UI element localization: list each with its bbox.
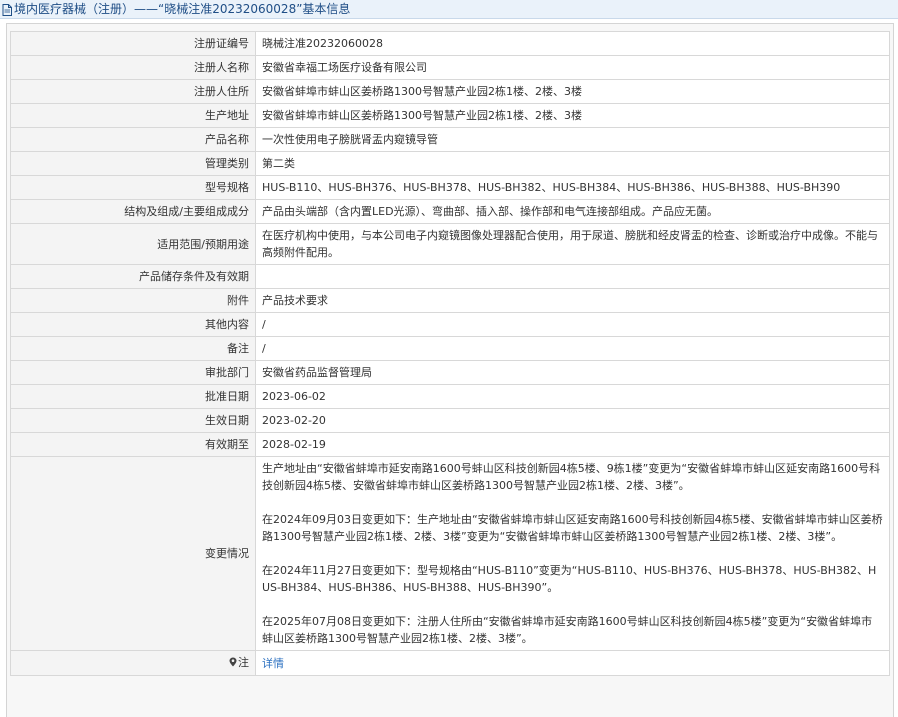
row-value bbox=[255, 264, 890, 289]
row-value: 产品由头端部（含内置LED光源）、弯曲部、插入部、操作部和电气连接部组成。产品应… bbox=[255, 199, 890, 224]
table-row: 生产地址 安徽省蚌埠市蚌山区姜桥路1300号智慧产业园2栋1楼、2楼、3楼 bbox=[10, 103, 890, 128]
change-entry: 在2024年09月03日变更如下：生产地址由“安徽省蚌埠市蚌山区延安南路1600… bbox=[262, 513, 883, 543]
change-entry: 在2024年11月27日变更如下：型号规格由“HUS-B110”变更为“HUS-… bbox=[262, 564, 877, 594]
row-label: 产品储存条件及有效期 bbox=[10, 264, 256, 289]
change-history-label: 变更情况 bbox=[10, 456, 256, 651]
table-row: 批准日期 2023-06-02 bbox=[10, 384, 890, 409]
row-value: 2023-02-20 bbox=[255, 408, 890, 433]
row-label: 注册人住所 bbox=[10, 79, 256, 104]
row-value: 安徽省幸福工场医疗设备有限公司 bbox=[255, 55, 890, 80]
detail-cell: 详情 bbox=[255, 650, 890, 676]
table-row: 型号规格 HUS-B110、HUS-BH376、HUS-BH378、HUS-BH… bbox=[10, 175, 890, 200]
table-row: 有效期至 2028-02-19 bbox=[10, 432, 890, 457]
row-value: 产品技术要求 bbox=[255, 288, 890, 313]
table-row: 审批部门 安徽省药品监督管理局 bbox=[10, 360, 890, 385]
row-value: 在医疗机构中使用，与本公司电子内窥镜图像处理器配合使用，用于尿道、膀胱和经皮肾盂… bbox=[255, 223, 890, 265]
row-value: 2023-06-02 bbox=[255, 384, 890, 409]
table-row: 结构及组成/主要组成成分 产品由头端部（含内置LED光源）、弯曲部、插入部、操作… bbox=[10, 199, 890, 224]
row-value: / bbox=[255, 336, 890, 361]
table-row: 注册证编号 晓械注准20232060028 bbox=[10, 31, 890, 56]
row-label: 结构及组成/主要组成成分 bbox=[10, 199, 256, 224]
page-header: 境内医疗器械（注册）——“晓械注准20232060028”基本信息 bbox=[0, 0, 898, 19]
row-label: 审批部门 bbox=[10, 360, 256, 385]
row-value: 安徽省蚌埠市蚌山区姜桥路1300号智慧产业园2栋1楼、2楼、3楼 bbox=[255, 79, 890, 104]
change-entry: 在2025年07月08日变更如下：注册人住所由“安徽省蚌埠市延安南路1600号蚌… bbox=[262, 615, 873, 645]
table-row: 注册人住所 安徽省蚌埠市蚌山区姜桥路1300号智慧产业园2栋1楼、2楼、3楼 bbox=[10, 79, 890, 104]
row-label: 适用范围/预期用途 bbox=[10, 223, 256, 265]
change-history-row: 变更情况 生产地址由“安徽省蚌埠市延安南路1600号蚌山区科技创新园4栋5楼、9… bbox=[10, 456, 890, 651]
row-label: 生效日期 bbox=[10, 408, 256, 433]
row-value: 2028-02-19 bbox=[255, 432, 890, 457]
note-label: 注 bbox=[238, 656, 249, 669]
row-value: 安徽省药品监督管理局 bbox=[255, 360, 890, 385]
table-row: 产品储存条件及有效期 bbox=[10, 264, 890, 289]
page-title: 境内医疗器械（注册）——“晓械注准20232060028”基本信息 bbox=[14, 2, 351, 16]
detail-link[interactable]: 详情 bbox=[262, 657, 284, 670]
row-label: 批准日期 bbox=[10, 384, 256, 409]
map-pin-icon bbox=[229, 655, 237, 672]
row-label: 管理类别 bbox=[10, 151, 256, 176]
table-row: 产品名称 一次性使用电子膀胱肾盂内窥镜导管 bbox=[10, 127, 890, 152]
row-value: / bbox=[255, 312, 890, 337]
row-label: 附件 bbox=[10, 288, 256, 313]
row-value: 安徽省蚌埠市蚌山区姜桥路1300号智慧产业园2栋1楼、2楼、3楼 bbox=[255, 103, 890, 128]
table-row: 生效日期 2023-02-20 bbox=[10, 408, 890, 433]
table-row: 其他内容 / bbox=[10, 312, 890, 337]
footer-row: 注 详情 bbox=[10, 650, 890, 676]
row-label: 生产地址 bbox=[10, 103, 256, 128]
note-label-cell: 注 bbox=[10, 650, 256, 676]
table-row: 备注 / bbox=[10, 336, 890, 361]
table-row: 管理类别 第二类 bbox=[10, 151, 890, 176]
change-entry: 生产地址由“安徽省蚌埠市延安南路1600号蚌山区科技创新园4栋5楼、9栋1楼”变… bbox=[262, 462, 881, 492]
table-row: 附件 产品技术要求 bbox=[10, 288, 890, 313]
row-value: 晓械注准20232060028 bbox=[255, 31, 890, 56]
table-row: 适用范围/预期用途 在医疗机构中使用，与本公司电子内窥镜图像处理器配合使用，用于… bbox=[10, 223, 890, 265]
row-value: HUS-B110、HUS-BH376、HUS-BH378、HUS-BH382、H… bbox=[255, 175, 890, 200]
row-value: 一次性使用电子膀胱肾盂内窥镜导管 bbox=[255, 127, 890, 152]
row-label: 型号规格 bbox=[10, 175, 256, 200]
change-history-value: 生产地址由“安徽省蚌埠市延安南路1600号蚌山区科技创新园4栋5楼、9栋1楼”变… bbox=[255, 456, 890, 651]
row-label: 有效期至 bbox=[10, 432, 256, 457]
table-row: 注册人名称 安徽省幸福工场医疗设备有限公司 bbox=[10, 55, 890, 80]
row-label: 注册证编号 bbox=[10, 31, 256, 56]
row-value: 第二类 bbox=[255, 151, 890, 176]
document-icon bbox=[2, 3, 12, 18]
row-label: 注册人名称 bbox=[10, 55, 256, 80]
row-label: 备注 bbox=[10, 336, 256, 361]
row-label: 产品名称 bbox=[10, 127, 256, 152]
row-label: 其他内容 bbox=[10, 312, 256, 337]
device-info-table: 注册证编号 晓械注准20232060028 注册人名称 安徽省幸福工场医疗设备有… bbox=[10, 31, 890, 676]
